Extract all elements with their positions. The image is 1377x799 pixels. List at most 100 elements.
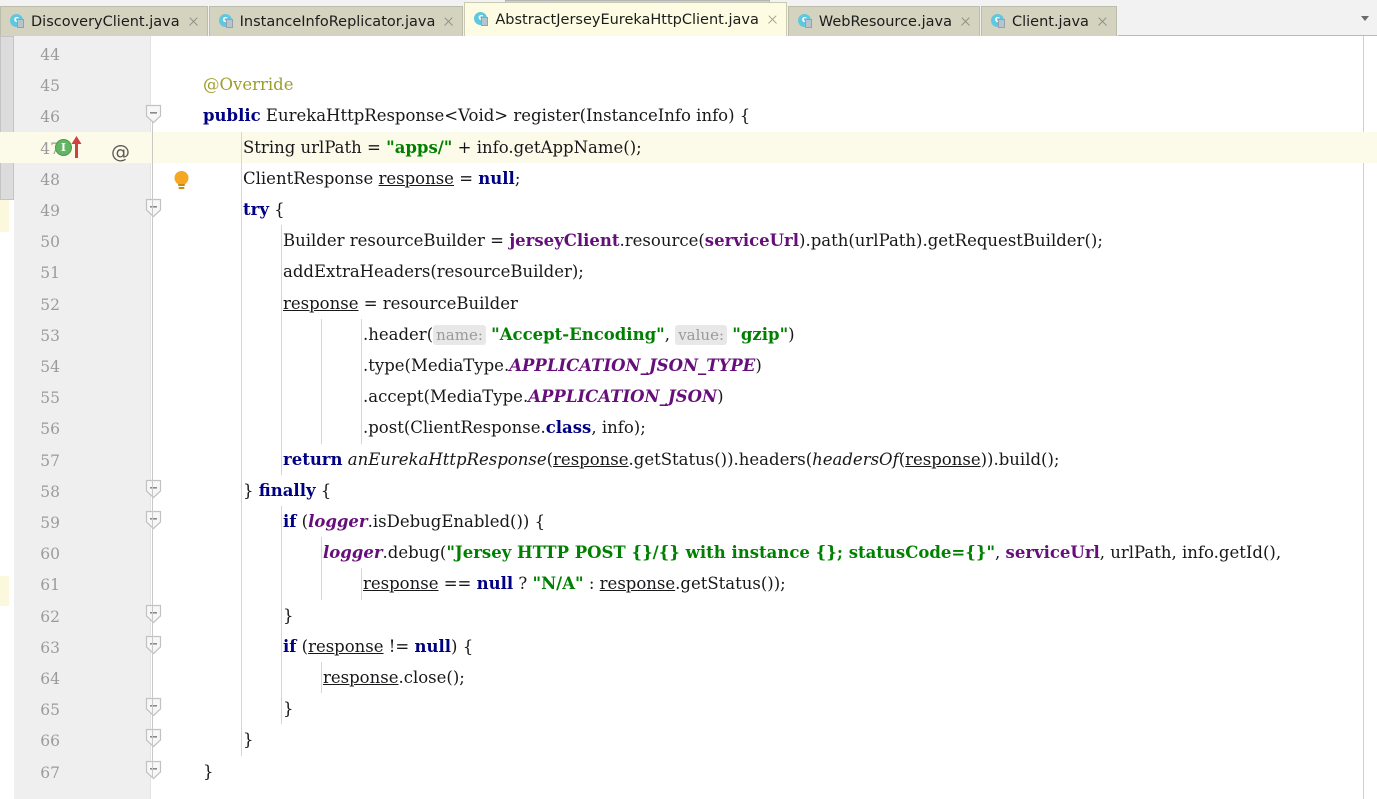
fold-marker-67[interactable] (145, 760, 162, 779)
code-token: try (243, 200, 269, 219)
indent-guide (281, 256, 282, 288)
indent-guide (361, 318, 362, 350)
fold-marker-49[interactable] (145, 198, 162, 218)
code-token: class (545, 418, 592, 438)
code-line-text: } (243, 730, 254, 749)
table-row[interactable] (0, 600, 1377, 631)
code-token: ? (513, 574, 533, 594)
indent-guide (281, 381, 282, 413)
fold-marker-66[interactable] (145, 728, 162, 748)
editor-tab-label: WebResource.java (818, 13, 952, 30)
indent-guide (241, 630, 242, 662)
code-token: finally (258, 480, 316, 500)
editor-tab-label: DiscoveryClient.java (31, 13, 180, 30)
close-icon[interactable] (959, 15, 972, 28)
line-number: 55 (40, 389, 60, 408)
code-line-text: if (logger.isDebugEnabled()) { (283, 512, 545, 531)
editor-tab-3[interactable]: c AbstractJerseyEurekaHttpClient.java (464, 2, 787, 36)
indent-guide (281, 443, 282, 475)
code-token: ; (514, 168, 521, 188)
editor-tab-4[interactable]: c WebResource.java (787, 6, 980, 36)
table-row[interactable] (0, 38, 1377, 69)
code-token: ) (755, 356, 762, 375)
table-row[interactable] (0, 662, 1377, 693)
fold-marker-59[interactable] (145, 510, 162, 530)
code-token: { (315, 480, 332, 500)
indent-guide (241, 162, 242, 194)
table-row[interactable] (0, 256, 1377, 287)
code-token: logger (323, 543, 383, 563)
table-row[interactable] (0, 506, 1377, 537)
code-token: return (283, 449, 343, 469)
code-line-text: .header(name: "Accept-Encoding", value: … (363, 324, 795, 345)
java-class-icon: c (10, 14, 25, 29)
code-token: .resource( (619, 231, 705, 251)
code-token: ( (296, 512, 309, 531)
table-row[interactable] (0, 163, 1377, 194)
close-icon[interactable] (187, 15, 200, 28)
indent-guide (321, 318, 322, 350)
code-token: public (203, 106, 261, 126)
code-token: null (414, 636, 452, 656)
chevron-down-icon[interactable] (1361, 16, 1369, 21)
table-row[interactable] (0, 412, 1377, 443)
table-row[interactable] (0, 194, 1377, 225)
java-class-icon: c (474, 12, 489, 27)
code-line-text: if (response != null) { (283, 637, 473, 656)
java-class-icon: c (990, 14, 1006, 29)
code-token: @Override (203, 75, 294, 95)
code-line-text: return anEurekaHttpResponse(response.get… (283, 450, 1059, 469)
indent-guide (241, 194, 242, 226)
code-line-text: } finally { (243, 481, 331, 500)
editor-tab-2[interactable]: c InstanceInfoReplicator.java (208, 6, 464, 36)
table-row[interactable] (0, 288, 1377, 319)
editor-tab-5[interactable]: c Client.java (980, 6, 1117, 36)
close-icon[interactable] (442, 15, 455, 28)
table-row[interactable] (0, 724, 1377, 755)
code-line-text: Builder resourceBuilder = jerseyClient.r… (283, 231, 1103, 250)
code-token: null (478, 168, 515, 188)
close-icon[interactable] (1096, 15, 1109, 28)
table-row[interactable] (0, 131, 1377, 163)
line-number: 67 (40, 763, 60, 782)
override-arrow-icon[interactable] (70, 135, 83, 158)
line-number: 45 (40, 77, 60, 96)
parameter-hint: name: (433, 324, 486, 345)
table-row[interactable] (0, 475, 1377, 506)
line-number: 61 (40, 576, 60, 595)
fold-marker-62[interactable] (145, 604, 162, 623)
editor-tab-1[interactable]: c DiscoveryClient.java (0, 6, 208, 36)
indent-guide (281, 568, 282, 600)
indent-guide (281, 350, 282, 382)
fold-marker-58[interactable] (145, 479, 162, 499)
code-token: .close(); (398, 668, 465, 687)
code-token: ( (296, 636, 309, 656)
indent-guide (281, 506, 282, 538)
code-token: response (378, 168, 454, 188)
code-token: response (283, 293, 359, 313)
fold-marker-46[interactable] (145, 104, 162, 124)
code-token: anEurekaHttpResponse (347, 449, 547, 469)
indent-guide (361, 350, 362, 382)
line-number: 66 (40, 732, 60, 751)
indent-guide (281, 537, 282, 569)
code-token: response (905, 449, 981, 469)
fold-marker-63[interactable] (145, 635, 162, 655)
table-row[interactable] (0, 693, 1377, 724)
code-token: } (283, 699, 294, 719)
annotation-at-icon[interactable]: @ (111, 141, 130, 163)
table-row[interactable] (0, 631, 1377, 662)
indent-guide (241, 225, 242, 257)
fold-marker-65[interactable] (145, 697, 162, 717)
indent-guide (241, 318, 242, 350)
indent-guide (361, 412, 362, 444)
code-token: null (476, 574, 514, 594)
close-icon[interactable] (766, 13, 779, 26)
code-line-text: logger.debug("Jersey HTTP POST {}/{} wit… (323, 543, 1281, 562)
indent-guide (241, 662, 242, 694)
intention-bulb-icon[interactable] (172, 170, 189, 190)
line-number: 62 (40, 607, 60, 626)
code-editor[interactable]: 44 45 @Override 46 public EurekaHttpResponse… (0, 36, 1377, 799)
code-token: , urlPath, info.getId(), (1099, 543, 1282, 563)
indent-guide (321, 412, 322, 444)
